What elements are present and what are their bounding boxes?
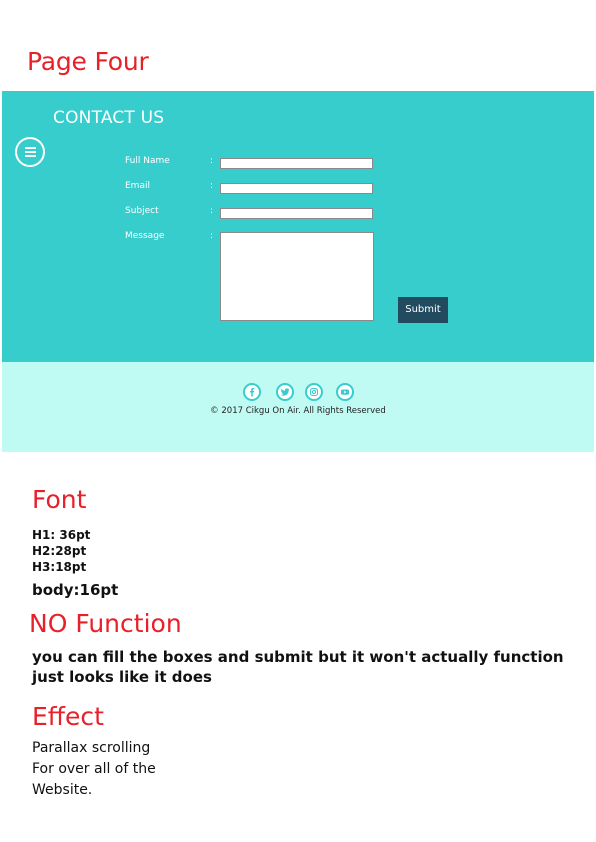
email-colon: :	[210, 181, 214, 191]
copyright-text: © 2017 Cikgu On Air. All Rights Reserved	[210, 406, 386, 416]
submit-button[interactable]: Submit	[398, 297, 448, 323]
no-function-heading: NO Function	[29, 609, 182, 638]
font-heading: Font	[32, 485, 87, 514]
font-spec-h1: H1: 36pt	[32, 528, 91, 542]
function-text-line-2: just looks like it does	[32, 668, 212, 686]
facebook-icon[interactable]	[243, 383, 261, 401]
effect-heading: Effect	[32, 702, 104, 731]
menu-bar	[25, 147, 36, 149]
email-label: Email	[125, 181, 150, 191]
contact-heading: CONTACT US	[53, 108, 165, 128]
effect-line-1: Parallax scrolling	[32, 740, 151, 756]
footer: © 2017 Cikgu On Air. All Rights Reserved	[2, 362, 594, 452]
page: Page Four CONTACT US Full Name : Email :…	[0, 0, 596, 842]
body-font-spec: body:16pt	[32, 581, 119, 599]
message-field[interactable]	[220, 232, 374, 321]
email-field[interactable]	[220, 183, 373, 194]
message-label: Message	[125, 231, 165, 241]
youtube-icon[interactable]	[336, 383, 354, 401]
hamburger-menu-icon[interactable]	[15, 137, 45, 167]
effect-line-3: Website.	[32, 782, 93, 798]
contact-section: CONTACT US Full Name : Email : Subject :…	[2, 91, 594, 362]
instagram-icon[interactable]	[305, 383, 323, 401]
subject-field[interactable]	[220, 208, 373, 219]
font-spec-h2: H2:28pt	[32, 544, 87, 558]
page-title: Page Four	[27, 47, 149, 76]
menu-bar	[25, 155, 36, 157]
function-text-line-1: you can fill the boxes and submit but it…	[32, 648, 564, 666]
subject-label: Subject	[125, 206, 159, 216]
font-spec-h3: H3:18pt	[32, 560, 87, 574]
subject-colon: :	[210, 206, 214, 216]
full-name-colon: :	[210, 156, 214, 166]
full-name-label: Full Name	[125, 156, 170, 166]
full-name-field[interactable]	[220, 158, 373, 169]
twitter-icon[interactable]	[276, 383, 294, 401]
effect-line-2: For over all of the	[32, 761, 156, 777]
menu-bar	[25, 151, 36, 153]
message-colon: :	[210, 231, 214, 241]
